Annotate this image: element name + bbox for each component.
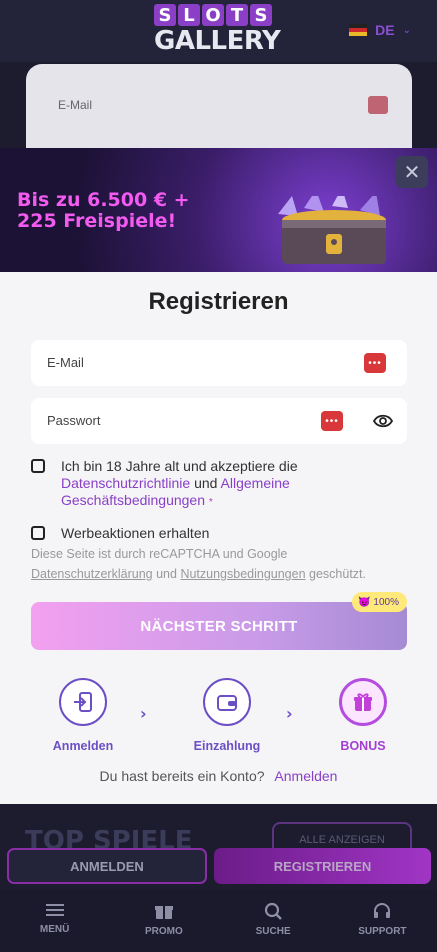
bonus-emoji-icon: 😈 xyxy=(357,596,371,608)
promo-text: Bis zu 6.500 € + 225 Freispiele! xyxy=(17,190,190,232)
step-label: Anmelden xyxy=(52,739,114,753)
wallet-icon xyxy=(203,678,251,726)
password-manager-icon[interactable]: ••• xyxy=(364,353,386,373)
logo-top: SLOTS xyxy=(154,4,278,26)
eye-icon[interactable] xyxy=(373,412,393,430)
recaptcha-and: und xyxy=(156,567,177,581)
language-label: DE xyxy=(375,22,395,38)
password-field[interactable]: Passwort ••• xyxy=(31,398,407,444)
nav-label: PROMO xyxy=(144,926,183,937)
have-account-text: Du hast bereits ein Konto? xyxy=(99,768,265,784)
step-deposit: Einzahlung xyxy=(177,678,277,753)
sign-in-icon xyxy=(59,678,107,726)
nav-search[interactable]: SUCHE xyxy=(233,890,313,952)
bottom-navigation: MENÜ PROMO SUCHE SUPPORT xyxy=(0,890,437,952)
step-label: Einzahlung xyxy=(193,739,261,753)
chevron-down-icon: ⌄ xyxy=(402,24,411,36)
terms-prefix: Ich bin 18 Jahre alt und akzeptiere die xyxy=(61,458,298,474)
language-selector[interactable]: DE ⌄ xyxy=(349,22,411,38)
nav-promo[interactable]: PROMO xyxy=(124,890,204,952)
german-flag-icon xyxy=(349,24,368,36)
nav-label: SUCHE xyxy=(255,926,291,937)
step-label: BONUS xyxy=(340,739,386,753)
password-manager-icon[interactable]: ••• xyxy=(321,411,343,431)
newsletter-label: Werbeaktionen erhalten xyxy=(61,525,210,541)
email-placeholder: E-Mail xyxy=(47,355,84,370)
email-field[interactable]: E-Mail ••• xyxy=(31,340,407,386)
have-account-row: Du hast bereits ein Konto? Anmelden xyxy=(0,768,437,784)
search-icon xyxy=(265,902,282,920)
next-step-button[interactable]: NÄCHSTER SCHRITT xyxy=(31,602,407,650)
close-modal-button[interactable]: ✕ xyxy=(396,156,428,188)
nav-menu[interactable]: MENÜ xyxy=(15,890,95,952)
treasure-chest-image xyxy=(278,196,386,264)
terms-checkbox[interactable] xyxy=(31,459,45,473)
recaptcha-suffix: geschützt. xyxy=(309,567,367,581)
site-logo[interactable]: SLOTS GALLERY xyxy=(154,4,281,58)
step-sign-in: Anmelden xyxy=(33,678,133,753)
bonus-badge: 😈 100% xyxy=(351,592,407,612)
privacy-policy-link[interactable]: Datenschutzrichtlinie xyxy=(61,475,190,491)
auth-bar: ANMELDEN REGISTRIEREN xyxy=(0,846,437,890)
headset-icon xyxy=(374,903,391,918)
background-email-field: E-Mail xyxy=(44,86,394,126)
terms-text: Ich bin 18 Jahre alt und akzeptiere die … xyxy=(61,458,361,511)
registration-modal: Registrieren E-Mail ••• Passwort ••• Ich… xyxy=(0,272,437,804)
required-mark: * xyxy=(208,497,213,508)
promo-line-1: Bis zu 6.500 € + xyxy=(17,189,190,211)
password-manager-icon xyxy=(368,96,388,114)
bonus-percent: 100% xyxy=(373,596,399,608)
google-terms-link[interactable]: Nutzungsbedingungen xyxy=(180,567,305,581)
login-link[interactable]: Anmelden xyxy=(274,768,337,784)
newsletter-row: Werbeaktionen erhalten xyxy=(31,525,209,542)
login-button[interactable]: ANMELDEN xyxy=(7,848,207,884)
promo-banner: Bis zu 6.500 € + 225 Freispiele! xyxy=(0,148,437,272)
gift-icon xyxy=(154,906,173,919)
terms-row: Ich bin 18 Jahre alt und akzeptiere die … xyxy=(31,458,361,511)
recaptcha-notice: Diese Seite ist durch reCAPTCHA und Goog… xyxy=(31,544,411,584)
terms-and: und xyxy=(194,475,218,491)
step-bonus: BONUS xyxy=(313,678,413,753)
background-email-placeholder: E-Mail xyxy=(58,98,93,112)
modal-title: Registrieren xyxy=(148,288,289,315)
nav-label: MENÜ xyxy=(39,924,70,935)
promo-line-2: 225 Freispiele! xyxy=(17,210,177,232)
nav-support[interactable]: SUPPORT xyxy=(342,890,422,952)
menu-icon xyxy=(45,904,64,916)
newsletter-checkbox[interactable] xyxy=(31,526,45,540)
nav-label: SUPPORT xyxy=(358,926,407,937)
step-arrow-icon: › xyxy=(140,704,147,723)
register-button[interactable]: REGISTRIEREN xyxy=(214,848,431,884)
google-privacy-link[interactable]: Datenschutzerklärung xyxy=(31,567,153,581)
gift-icon xyxy=(339,678,387,726)
recaptcha-text: Diese Seite ist durch reCAPTCHA und Goog… xyxy=(31,547,288,561)
top-header: SLOTS GALLERY DE ⌄ xyxy=(0,0,437,62)
password-placeholder: Passwort xyxy=(47,413,101,428)
logo-bottom: GALLERY xyxy=(154,26,281,56)
step-arrow-icon: › xyxy=(286,704,293,723)
